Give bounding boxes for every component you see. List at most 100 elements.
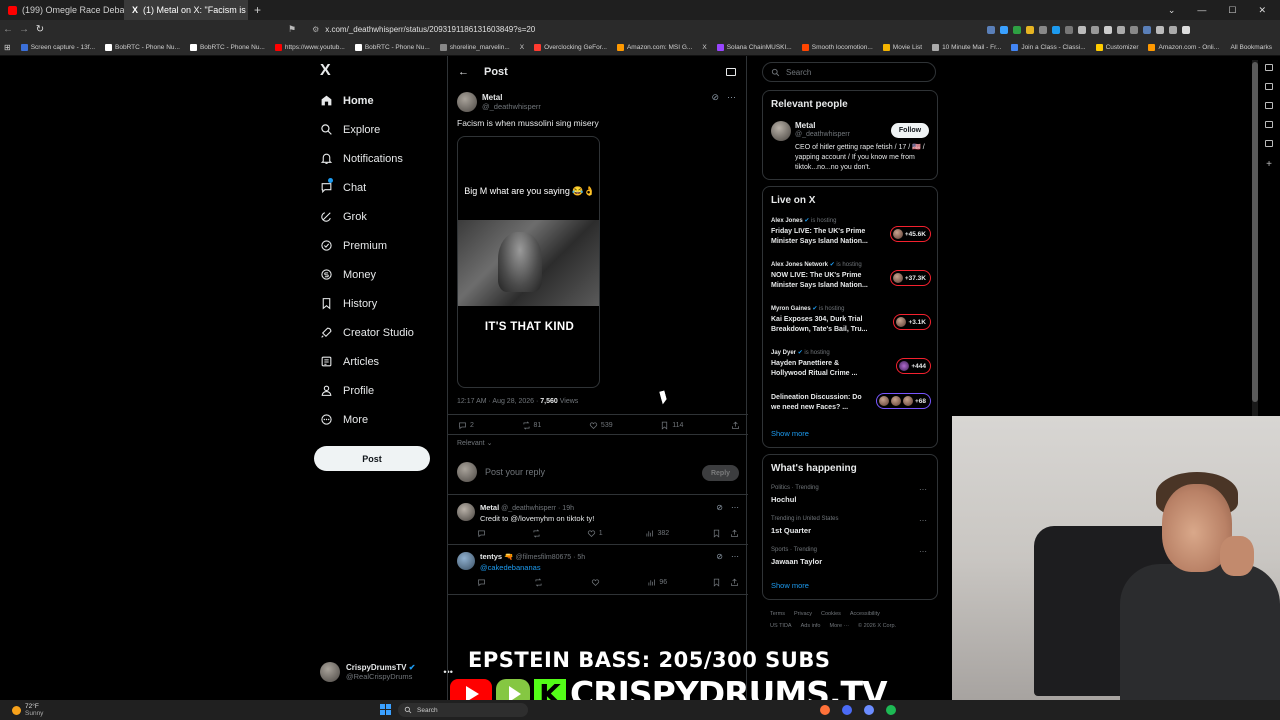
bookmark-action[interactable]: 114 (660, 421, 683, 430)
share-action[interactable] (712, 578, 739, 587)
live-item[interactable]: Alex Jones Network ✔ is hosting NOW LIVE… (771, 261, 931, 290)
live-listener-count[interactable]: +45.6K (889, 226, 931, 242)
grok-icon[interactable]: ⊘ (716, 503, 723, 512)
bookmark-item[interactable]: BobRTC - Phone Nu... (189, 43, 265, 51)
trends-show-more-link[interactable]: Show more (771, 581, 809, 590)
extension-icon[interactable] (1143, 25, 1152, 34)
extension-icon[interactable] (1182, 25, 1191, 34)
extension-icon[interactable] (1130, 25, 1139, 34)
share-action[interactable] (712, 529, 739, 538)
bookmark-item[interactable]: Amazon.com: MSI G... (616, 43, 692, 51)
reply-action[interactable] (477, 529, 489, 538)
back-arrow-icon[interactable]: ← (458, 66, 469, 78)
maximize-icon[interactable]: ☐ (1228, 5, 1236, 16)
bookmark-item[interactable]: 10 Minute Mail - Fr... (932, 43, 1001, 51)
windows-start-icon[interactable] (380, 704, 391, 715)
app-icon[interactable] (842, 705, 852, 715)
nav-item-explore[interactable]: Explore (320, 123, 380, 136)
more-options-icon[interactable]: ⋯ (731, 552, 739, 561)
side-panel-icon[interactable] (1265, 64, 1273, 71)
reply-sort-dropdown[interactable]: Relevant ⌄ (457, 439, 492, 447)
author-name[interactable]: Metal (482, 93, 541, 102)
bookmark-item[interactable]: BobRTC - Phone Nu... (105, 43, 180, 51)
extension-icon[interactable] (1052, 25, 1061, 34)
live-item[interactable]: Alex Jones ✔ is hosting Friday LIVE: The… (771, 217, 931, 246)
bookmark-item[interactable]: Amazon.com - Onli... (1148, 43, 1219, 51)
side-panel-icon[interactable] (1265, 102, 1273, 109)
live-listener-count[interactable]: +3.1K (893, 314, 931, 330)
live-show-more-link[interactable]: Show more (771, 429, 809, 438)
bookmark-item[interactable]: Overclocking GeFor... (534, 43, 607, 51)
firefox-icon[interactable] (820, 705, 830, 715)
repost-action[interactable]: 81 (522, 421, 541, 430)
bookmark-item[interactable]: Movie List (882, 43, 922, 51)
extension-icon[interactable] (1091, 25, 1100, 34)
footer-link[interactable]: Ads info (801, 623, 821, 629)
extension-icon[interactable] (1039, 25, 1048, 34)
like-action[interactable]: 539 (589, 421, 613, 430)
share-action[interactable] (731, 421, 740, 430)
extension-icon[interactable] (1169, 25, 1178, 34)
follow-button[interactable]: Follow (891, 123, 929, 138)
site-info-icon[interactable]: ⚙ (312, 25, 319, 34)
footer-link[interactable]: Privacy (794, 611, 812, 617)
taskbar-search[interactable]: Search (398, 703, 528, 717)
new-tab-button[interactable]: + (248, 3, 267, 17)
avatar[interactable] (457, 92, 477, 112)
live-item[interactable]: Jay Dyer ✔ is hosting Hayden Panettiere … (771, 349, 931, 378)
reload-icon[interactable]: ↻ (32, 24, 48, 35)
nav-item-profile[interactable]: Profile (320, 384, 374, 397)
nav-item-grok[interactable]: Grok (320, 210, 367, 223)
reader-view-icon[interactable] (726, 68, 736, 76)
bookmark-item[interactable]: https://www.youtub... (274, 43, 345, 51)
bookmark-star-icon[interactable]: ⚑ (288, 24, 296, 35)
more-options-icon[interactable]: ⋯ (727, 92, 736, 103)
reply-input[interactable]: Post your reply (485, 467, 545, 477)
extension-icon[interactable] (1026, 25, 1035, 34)
live-listener-count[interactable]: +37.3K (889, 270, 931, 286)
post-video[interactable]: Big M what are you saying 😂👌 IT'S THAT K… (457, 136, 600, 388)
account-switcher[interactable]: CrispyDrumsTV ✔ @RealCrispyDrums ••• (320, 662, 453, 682)
browser-tab-x[interactable]: X (1) Metal on X: "Facism is when ... ✕ (124, 0, 248, 20)
avatar[interactable] (457, 503, 475, 521)
more-options-icon[interactable]: ⋯ (919, 485, 927, 494)
x-logo[interactable]: X (320, 62, 331, 80)
extension-icon[interactable] (1000, 25, 1009, 34)
nav-item-premium[interactable]: Premium (320, 239, 387, 252)
extension-icon[interactable] (1078, 25, 1087, 34)
post-author[interactable]: Metal @_deathwhisperr (457, 92, 541, 112)
browser-tab-youtube[interactable]: (199) Omegle Race Debate - YouTub... ✕ (0, 0, 124, 20)
reply-action[interactable] (477, 578, 489, 587)
forward-icon[interactable]: → (16, 24, 32, 35)
nav-item-articles[interactable]: Articles (320, 355, 379, 368)
trend-item[interactable]: Politics · Trending Hochul ⋯ (771, 485, 931, 504)
weather-widget[interactable]: 72°F Sunny (12, 703, 43, 717)
reply-button[interactable]: Reply (702, 465, 739, 481)
live-listener-count[interactable]: +444 (896, 358, 931, 374)
close-window-icon[interactable]: ✕ (1258, 5, 1266, 16)
footer-link[interactable]: More ··· (829, 623, 849, 629)
person-handle[interactable]: @_deathwhisperr (795, 131, 850, 138)
extension-icon[interactable] (1117, 25, 1126, 34)
bookmark-item[interactable]: X (702, 44, 706, 51)
add-panel-icon[interactable]: + (1266, 159, 1272, 170)
address-bar[interactable]: ⚙ x.com/_deathwhisperr/status/2093191186… (302, 23, 842, 37)
reply-mention-link[interactable]: @cakedebananas (480, 563, 541, 572)
repost-action[interactable] (532, 529, 544, 538)
person-name[interactable]: Metal (795, 121, 815, 130)
minimize-icon[interactable]: — (1197, 5, 1206, 16)
more-options-icon[interactable]: ⋯ (919, 516, 927, 525)
vpn-icon[interactable] (864, 705, 874, 715)
post-button[interactable]: Post (314, 446, 430, 471)
tab-search-icon[interactable]: ⌄ (1168, 5, 1176, 16)
bookmark-item[interactable]: X (520, 44, 524, 51)
like-action[interactable]: 1 (587, 529, 603, 538)
like-action[interactable] (591, 578, 603, 587)
footer-link[interactable]: Accessibility (850, 611, 880, 617)
footer-link[interactable]: Cookies (821, 611, 841, 617)
avatar[interactable] (771, 121, 791, 141)
apps-grid-icon[interactable]: ⊞ (4, 43, 11, 52)
reply-action[interactable]: 2 (458, 421, 474, 430)
extension-icon[interactable] (1104, 25, 1113, 34)
nav-item-notifications[interactable]: Notifications (320, 152, 403, 165)
